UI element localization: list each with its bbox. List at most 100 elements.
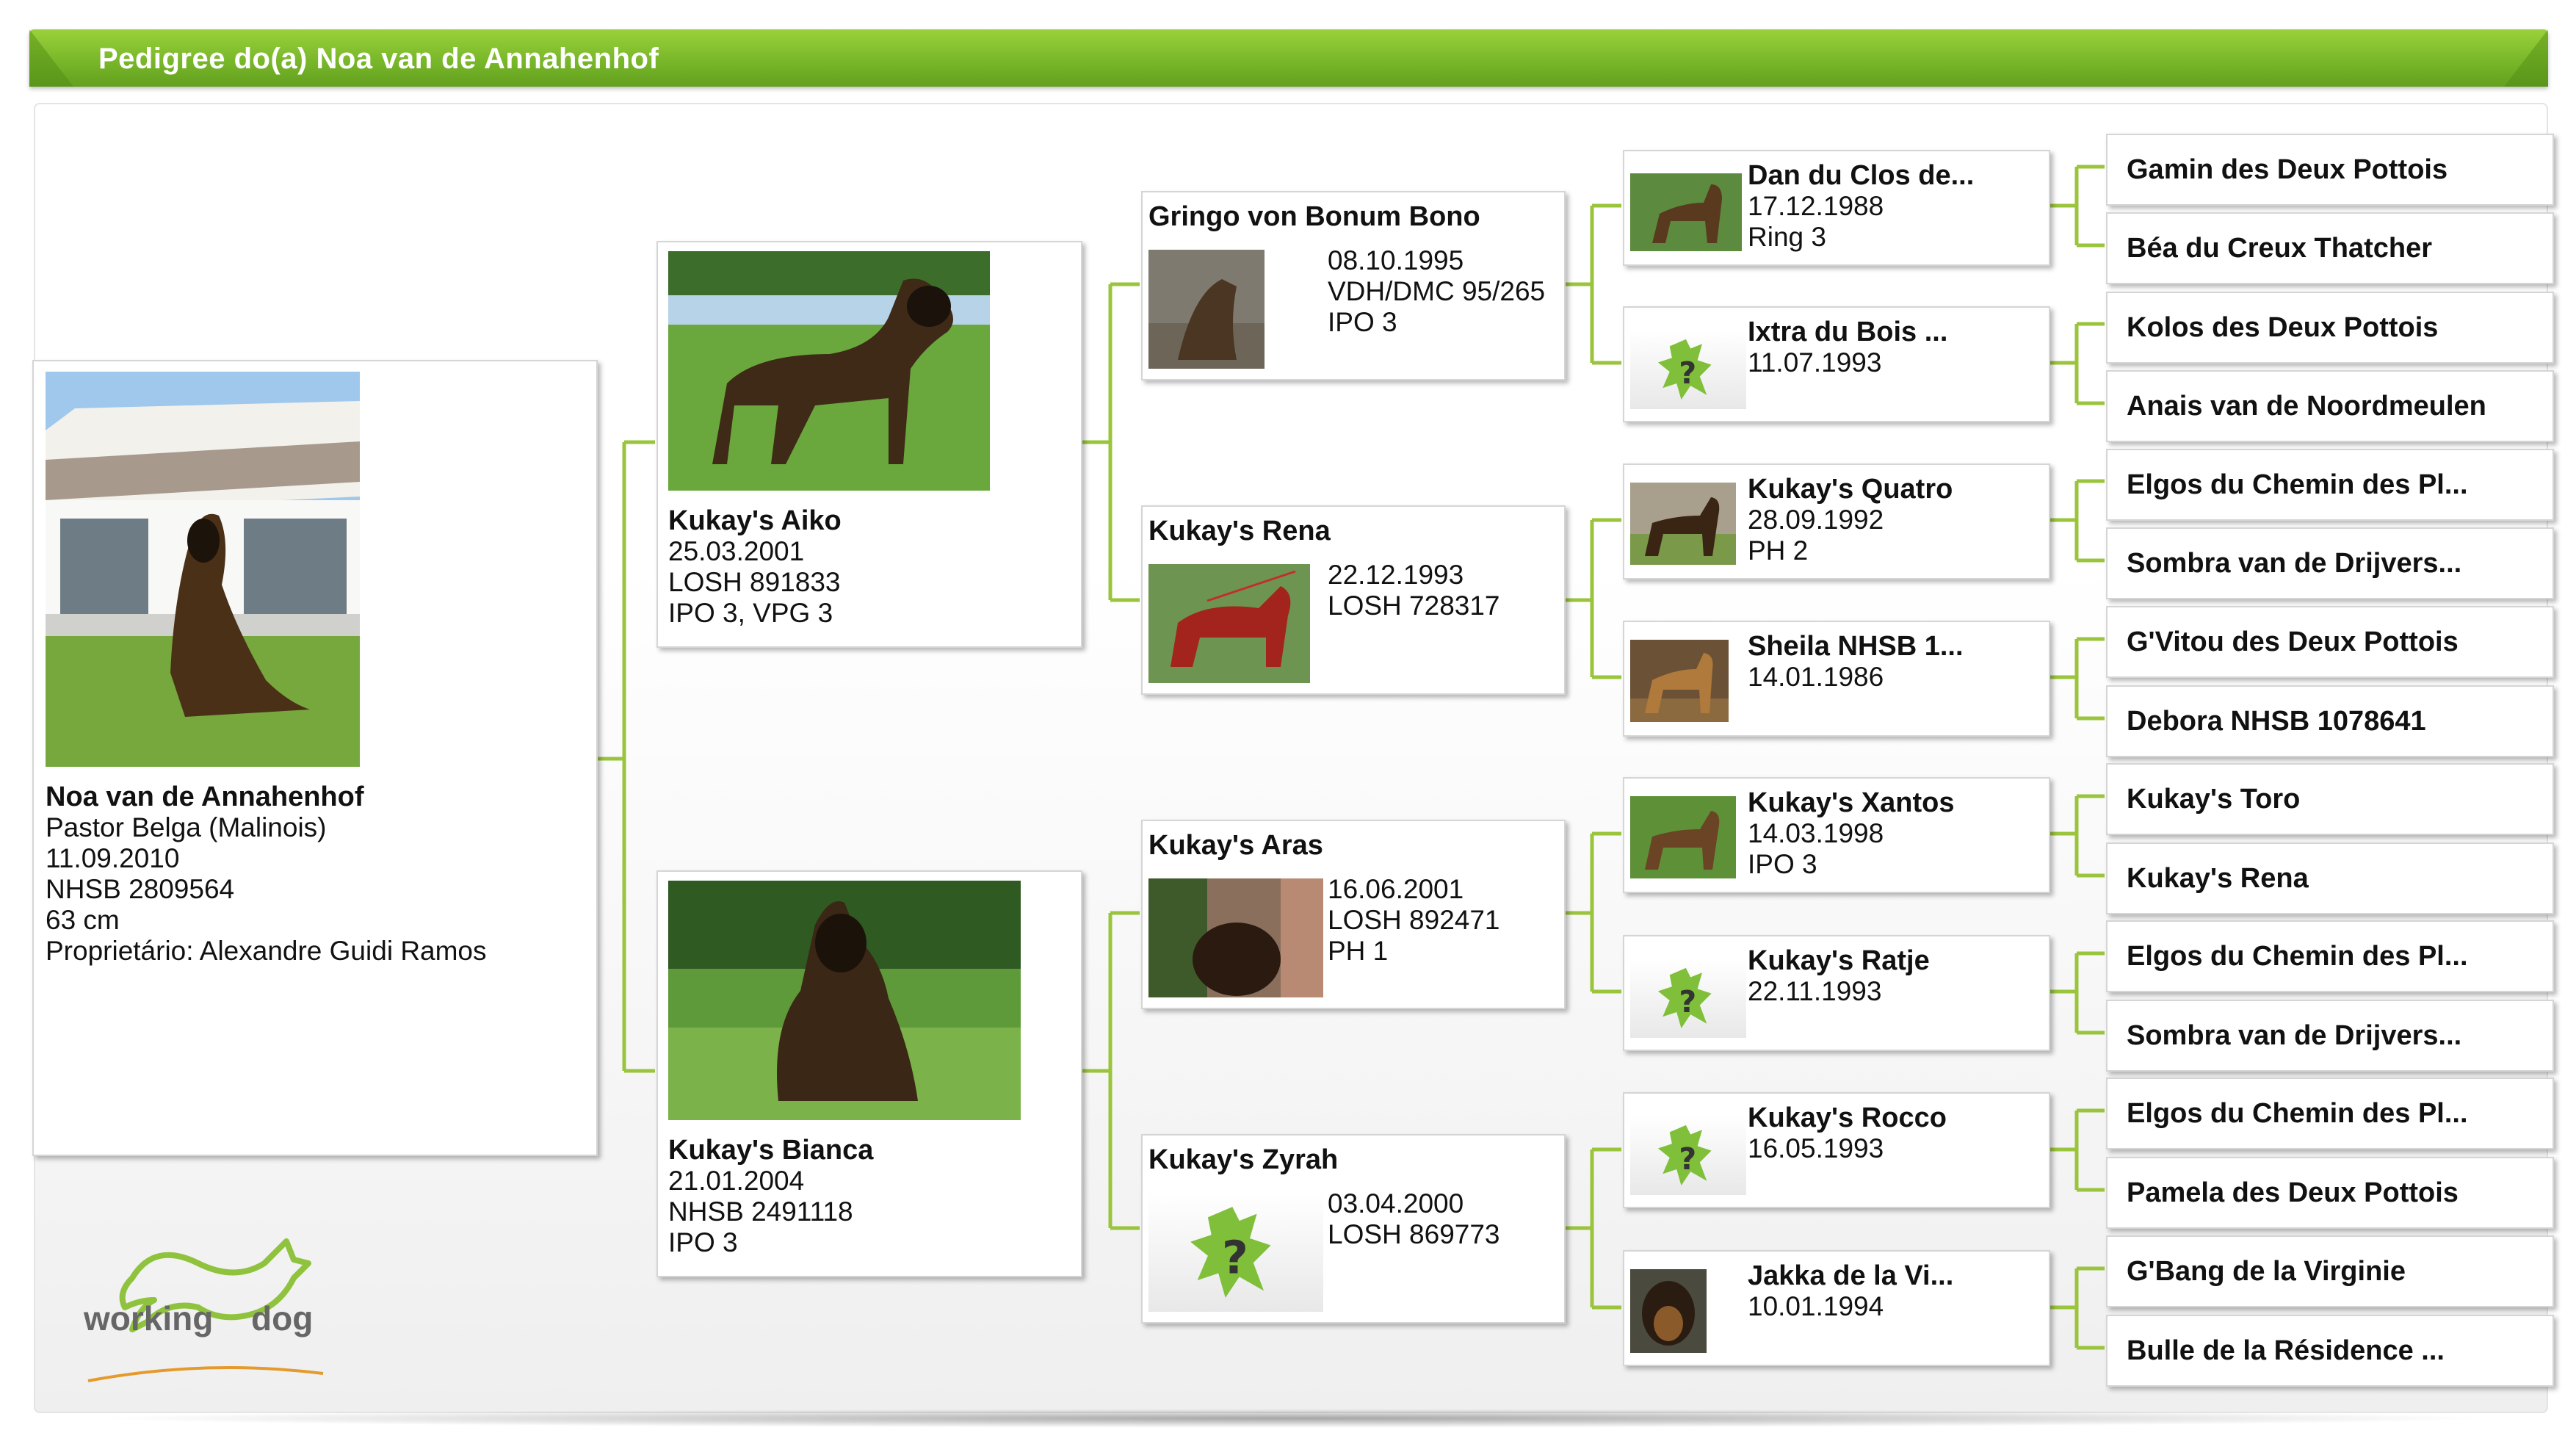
ancestor-name: Elgos du Chemin des Pl...	[2127, 469, 2468, 500]
ancestor-gen4-card[interactable]: Kukay's Toro	[2106, 763, 2554, 835]
great-grandparent-card[interactable]: Sheila NHSB 1... 14.01.1986	[1623, 621, 2050, 737]
ancestor-gen4-card[interactable]: Bulle de la Résidence ...	[2106, 1315, 2554, 1387]
grandparent-line: VDH/DMC 95/265	[1328, 276, 1546, 306]
unknown-dog-icon: ?	[1630, 330, 1746, 409]
subject-card[interactable]: Noa van de Annahenhof Pastor Belga (Mali…	[32, 360, 598, 1156]
grandparent-line: LOSH 728317	[1328, 591, 1500, 621]
ancestor-gen4-card[interactable]: Sombra van de Drijvers...	[2106, 1000, 2554, 1072]
great-grandparent-card[interactable]: Jakka de la Vi... 10.01.1994	[1623, 1250, 2050, 1366]
parent-line: LOSH 891833	[668, 567, 841, 597]
subject-registration: NHSB 2809564	[46, 874, 235, 904]
great-grandparent-card[interactable]: Dan du Clos de... 17.12.1988 Ring 3	[1623, 150, 2050, 266]
ancestor-gen4-card[interactable]: G'Vitou des Deux Pottois	[2106, 606, 2554, 678]
ancestor-name: G'Bang de la Virginie	[2127, 1256, 2406, 1287]
ancestor-gen4-card[interactable]: Béa du Creux Thatcher	[2106, 212, 2554, 284]
subject-owner: Proprietário: Alexandre Guidi Ramos	[46, 936, 487, 966]
great-grandparent-card[interactable]: ? Ixtra du Bois ... 11.07.1993	[1623, 306, 2050, 422]
subject-name: Noa van de Annahenhof	[46, 781, 364, 812]
great-grandparent-photo	[1630, 640, 1729, 722]
logo-text-dog: dog	[251, 1299, 314, 1337]
ancestor-name: Kukay's Rena	[2127, 863, 2309, 894]
ancestor-name: Anais van de Noordmeulen	[2127, 391, 2486, 422]
svg-text:?: ?	[1679, 355, 1696, 391]
ancestor-gen4-card[interactable]: Kolos des Deux Pottois	[2106, 292, 2554, 364]
ancestor-name: Elgos du Chemin des Pl...	[2127, 1098, 2468, 1129]
great-grandparent-line: 16.05.1993	[1748, 1133, 1884, 1163]
great-grandparent-line: 17.12.1988	[1748, 191, 1884, 221]
great-grandparent-card[interactable]: ? Kukay's Ratje 22.11.1993	[1623, 935, 2050, 1051]
working-dog-logo: working dog	[73, 1219, 338, 1388]
great-grandparent-name: Jakka de la Vi...	[1748, 1260, 1954, 1291]
great-grandparent-photo	[1630, 173, 1742, 251]
grandparent-line: 22.12.1993	[1328, 560, 1464, 590]
parent-line: 21.01.2004	[668, 1166, 805, 1196]
ancestor-name: G'Vitou des Deux Pottois	[2127, 627, 2459, 657]
ancestor-name: Elgos du Chemin des Pl...	[2127, 941, 2468, 972]
parent-name: Kukay's Aiko	[668, 505, 842, 536]
grandparent-photo	[1148, 564, 1310, 683]
svg-text:?: ?	[1679, 984, 1696, 1019]
parent-line: IPO 3, VPG 3	[668, 598, 833, 628]
ancestor-name: Sombra van de Drijvers...	[2127, 548, 2462, 579]
great-grandparent-name: Kukay's Quatro	[1748, 474, 1953, 505]
great-grandparent-photo	[1630, 796, 1736, 878]
ancestor-gen4-card[interactable]: Elgos du Chemin des Pl...	[2106, 920, 2554, 992]
ancestor-name: Pamela des Deux Pottois	[2127, 1177, 2459, 1208]
ancestor-gen4-card[interactable]: Elgos du Chemin des Pl...	[2106, 1077, 2554, 1149]
great-grandparent-line: 10.01.1994	[1748, 1291, 1884, 1321]
great-grandparent-line: 14.01.1986	[1748, 662, 1884, 692]
great-grandparent-name: Dan du Clos de...	[1748, 160, 1975, 191]
great-grandparent-line: 11.07.1993	[1748, 347, 1882, 378]
logo-text-working: working	[84, 1299, 214, 1337]
grandparent-line: 16.06.2001	[1328, 874, 1464, 904]
grandparent-photo	[1148, 878, 1323, 997]
great-grandparent-card[interactable]: Kukay's Xantos 14.03.1998 IPO 3	[1623, 777, 2050, 893]
subject-photo	[46, 372, 360, 767]
ancestor-gen4-card[interactable]: Elgos du Chemin des Pl...	[2106, 449, 2554, 521]
grandparent-card[interactable]: Kukay's Rena 22.12.1993 LOSH 728317	[1141, 505, 1566, 695]
grandparent-name: Kukay's Zyrah	[1148, 1144, 1339, 1175]
great-grandparent-line: 28.09.1992	[1748, 505, 1884, 535]
parent-name: Kukay's Bianca	[668, 1135, 874, 1166]
ancestor-gen4-card[interactable]: Debora NHSB 1078641	[2106, 685, 2554, 757]
unknown-dog-icon: ?	[1630, 1116, 1746, 1195]
great-grandparent-card[interactable]: ? Kukay's Rocco 16.05.1993	[1623, 1092, 2050, 1208]
great-grandparent-name: Sheila NHSB 1...	[1748, 631, 1964, 662]
parent-card-dam[interactable]: Kukay's Bianca 21.01.2004 NHSB 2491118 I…	[656, 870, 1082, 1277]
great-grandparent-line: IPO 3	[1748, 849, 1817, 879]
parent-line: IPO 3	[668, 1227, 738, 1257]
great-grandparent-line: 14.03.1998	[1748, 818, 1884, 848]
great-grandparent-name: Kukay's Ratje	[1748, 945, 1930, 976]
grandparent-card[interactable]: Gringo von Bonum Bono 08.10.1995 VDH/DMC…	[1141, 191, 1566, 380]
ancestor-name: Kukay's Toro	[2127, 784, 2301, 815]
great-grandparent-card[interactable]: Kukay's Quatro 28.09.1992 PH 2	[1623, 463, 2050, 580]
ancestor-name: Béa du Creux Thatcher	[2127, 233, 2432, 264]
svg-text:?: ?	[1679, 1141, 1696, 1177]
grandparent-line: IPO 3	[1328, 307, 1397, 337]
ancestor-gen4-card[interactable]: Gamin des Deux Pottois	[2106, 134, 2554, 206]
great-grandparent-photo	[1630, 483, 1736, 565]
unknown-dog-icon: ?	[1630, 959, 1746, 1038]
ancestor-name: Kolos des Deux Pottois	[2127, 312, 2439, 343]
great-grandparent-name: Ixtra du Bois ...	[1748, 317, 1948, 347]
great-grandparent-photo	[1630, 1269, 1707, 1353]
grandparent-photo	[1148, 250, 1265, 369]
ancestor-name: Sombra van de Drijvers...	[2127, 1020, 2462, 1051]
subject-birthdate: 11.09.2010	[46, 843, 180, 873]
subject-height: 63 cm	[46, 905, 120, 935]
parent-line: NHSB 2491118	[668, 1196, 853, 1227]
great-grandparent-line: Ring 3	[1748, 222, 1826, 252]
grandparent-line: LOSH 869773	[1328, 1219, 1500, 1249]
ancestor-name: Gamin des Deux Pottois	[2127, 154, 2448, 185]
ancestor-gen4-card[interactable]: G'Bang de la Virginie	[2106, 1235, 2554, 1307]
unknown-dog-icon: ?	[1148, 1193, 1323, 1312]
grandparent-card[interactable]: Kukay's Zyrah ? 03.04.2000 LOSH 869773	[1141, 1134, 1566, 1324]
parent-card-sire[interactable]: Kukay's Aiko 25.03.2001 LOSH 891833 IPO …	[656, 241, 1082, 648]
ancestor-gen4-card[interactable]: Anais van de Noordmeulen	[2106, 370, 2554, 442]
grandparent-name: Kukay's Rena	[1148, 516, 1331, 546]
ancestor-gen4-card[interactable]: Kukay's Rena	[2106, 842, 2554, 914]
grandparent-card[interactable]: Kukay's Aras 16.06.2001 LOSH 892471 PH 1	[1141, 820, 1566, 1009]
ancestor-gen4-card[interactable]: Sombra van de Drijvers...	[2106, 527, 2554, 599]
grandparent-line: 08.10.1995	[1328, 245, 1464, 275]
ancestor-gen4-card[interactable]: Pamela des Deux Pottois	[2106, 1157, 2554, 1229]
